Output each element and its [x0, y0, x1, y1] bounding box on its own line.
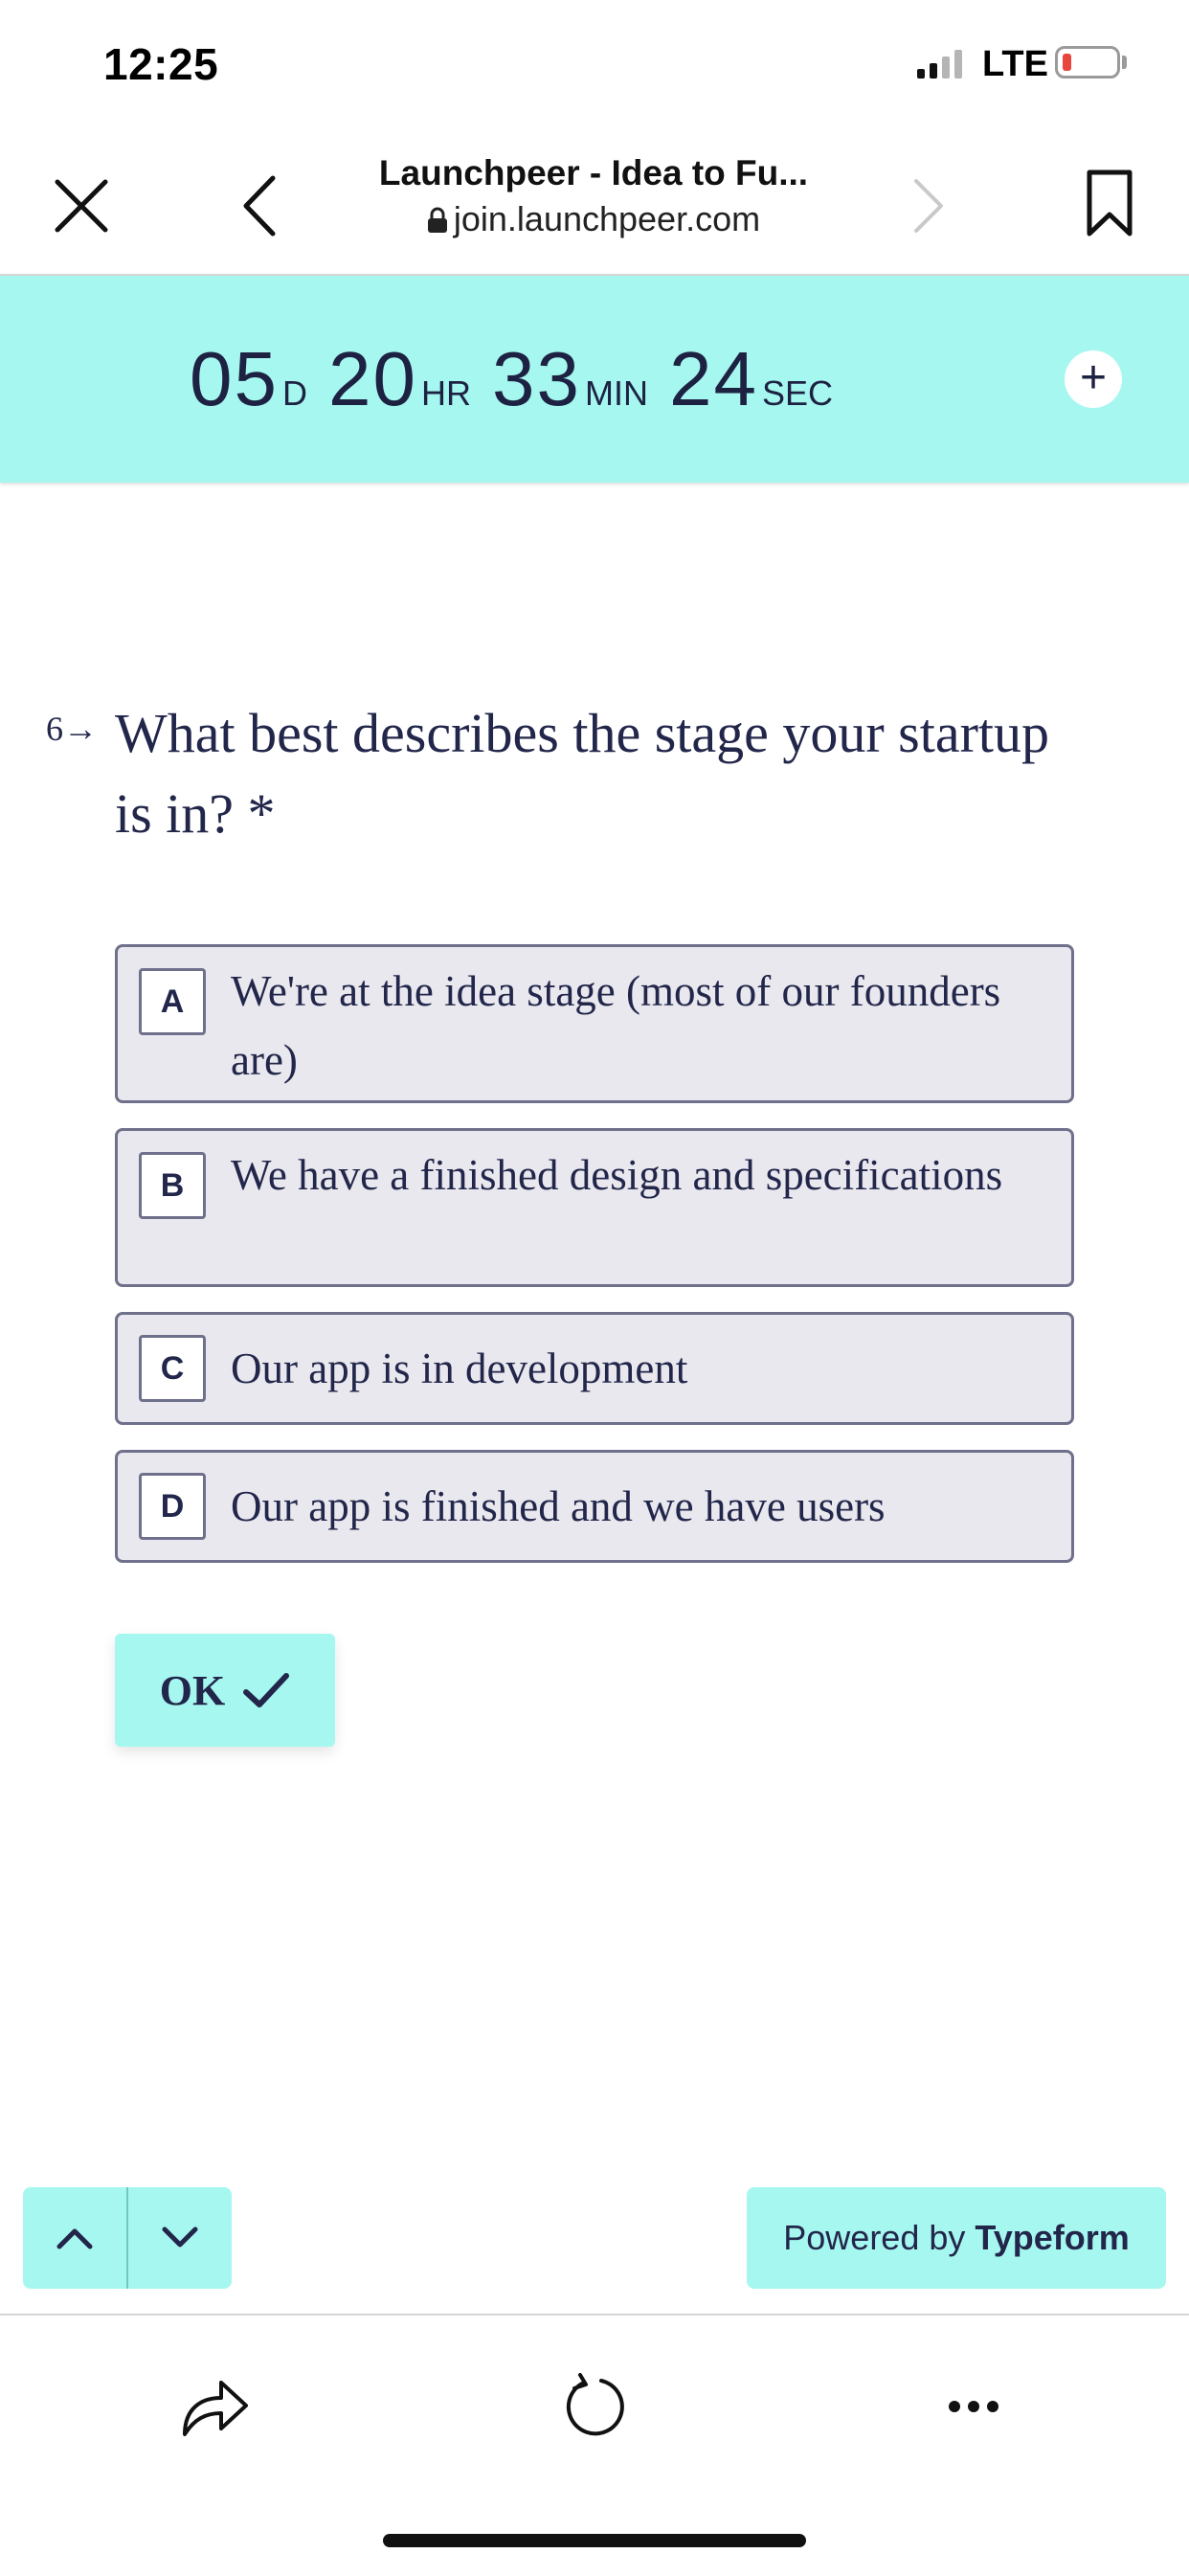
back-icon[interactable]: [226, 172, 293, 239]
question-nav: [23, 2187, 232, 2289]
lock-icon: [427, 207, 447, 233]
countdown-minutes: 33: [491, 336, 581, 421]
question-number: 6→: [46, 709, 98, 749]
countdown-seconds: 24: [668, 336, 758, 421]
next-question-button[interactable]: [128, 2187, 232, 2289]
reload-icon[interactable]: [551, 2363, 638, 2450]
ok-label: OK: [159, 1666, 226, 1714]
previous-question-button[interactable]: [23, 2187, 126, 2289]
checkmark-icon: [243, 1673, 290, 1707]
page-url[interactable]: join.launchpeer.com: [316, 199, 871, 239]
forward-icon[interactable]: [900, 172, 957, 239]
bookmark-icon[interactable]: [1076, 165, 1143, 241]
countdown-days-unit: D: [281, 373, 307, 413]
option-d[interactable]: D Our app is finished and we have users: [115, 1450, 1074, 1563]
countdown-hours-unit: HR: [420, 373, 471, 413]
more-icon[interactable]: [931, 2363, 1017, 2450]
question-text: What best describes the stage your start…: [115, 702, 1050, 845]
url-text: join.launchpeer.com: [453, 199, 761, 238]
option-a[interactable]: A We're at the idea stage (most of our f…: [115, 944, 1074, 1103]
signal-icon: [917, 50, 962, 79]
option-label: We have a finished design and specificat…: [231, 1151, 1003, 1199]
status-time: 12:25: [103, 39, 219, 89]
question-number-value: 6: [46, 710, 63, 748]
page-title: Launchpeer - Idea to Fu...: [378, 153, 809, 192]
option-label: Our app is finished and we have users: [231, 1482, 886, 1530]
network-label: LTE: [982, 44, 1048, 84]
chevron-down-icon: [162, 2226, 198, 2248]
ok-button[interactable]: OK: [115, 1634, 335, 1747]
close-icon[interactable]: [48, 172, 115, 239]
option-key: D: [139, 1473, 206, 1540]
plus-icon[interactable]: +: [1065, 350, 1122, 408]
option-key: B: [139, 1152, 206, 1219]
countdown-timer: 05 D 20 HR 33 MIN 24 SEC: [190, 335, 854, 423]
countdown-hours: 20: [327, 336, 417, 421]
battery-nub: [1122, 56, 1127, 69]
countdown-minutes-unit: MIN: [584, 373, 648, 413]
home-indicator: [383, 2534, 806, 2547]
powered-brand: Typeform: [975, 2218, 1130, 2257]
powered-by-typeform-link[interactable]: Powered by Typeform: [747, 2187, 1166, 2289]
option-key: A: [139, 968, 206, 1035]
option-key: C: [139, 1335, 206, 1402]
powered-prefix: Powered by: [783, 2218, 966, 2257]
countdown-days: 05: [190, 336, 279, 421]
share-icon[interactable]: [172, 2363, 258, 2450]
option-b[interactable]: B We have a finished design and specific…: [115, 1128, 1074, 1287]
battery-icon: [1055, 46, 1120, 79]
countdown-seconds-unit: SEC: [761, 373, 833, 413]
option-label: Our app is in development: [231, 1344, 688, 1392]
arrow-right-icon: →: [63, 710, 98, 748]
option-c[interactable]: C Our app is in development: [115, 1312, 1074, 1425]
chevron-up-icon: [56, 2228, 93, 2249]
option-label: We're at the idea stage (most of our fou…: [231, 967, 1001, 1084]
